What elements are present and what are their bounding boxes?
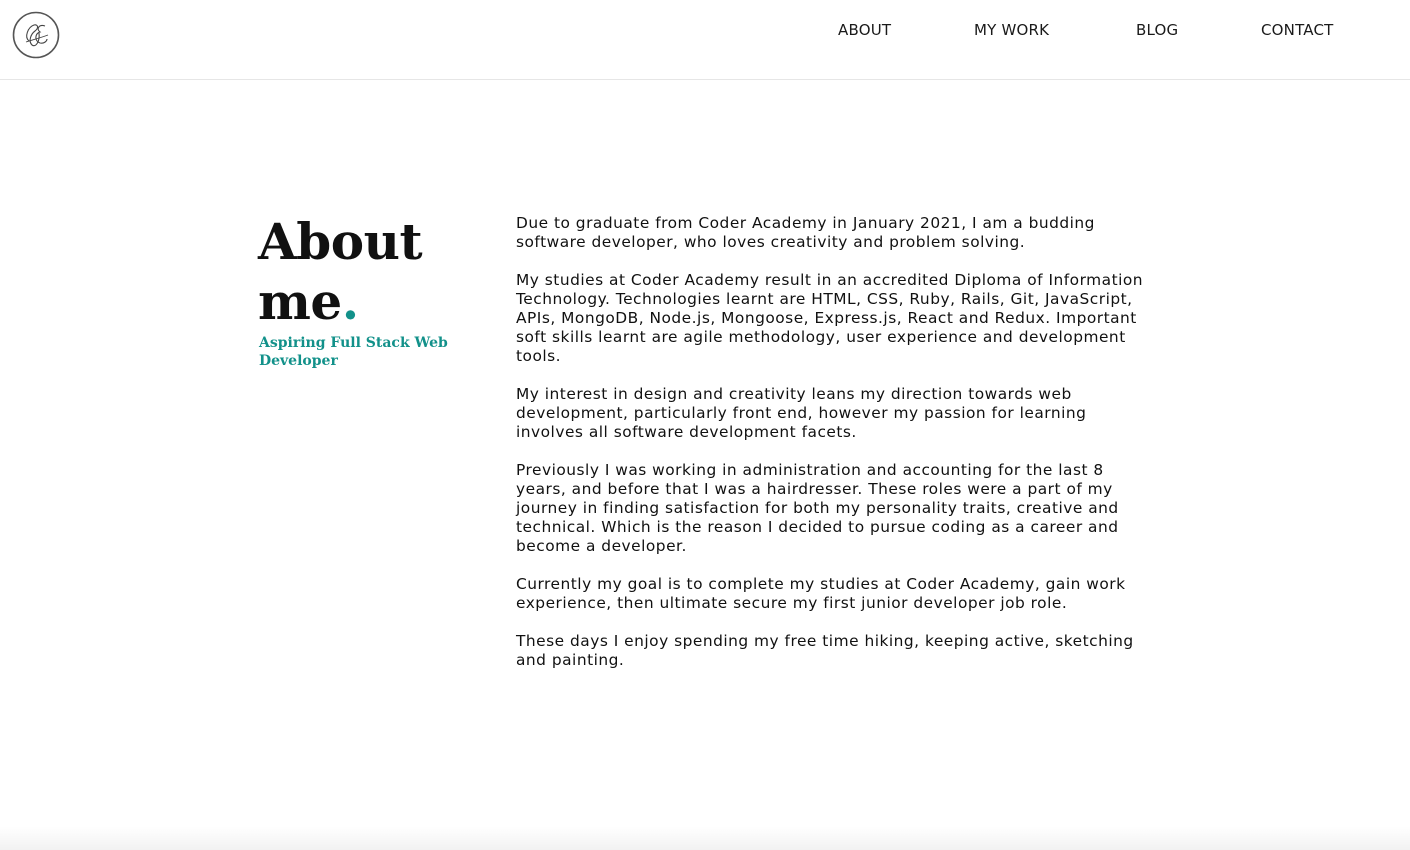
about-paragraph: My studies at Coder Academy result in an… xyxy=(516,271,1144,365)
about-paragraph: These days I enjoy spending my free time… xyxy=(516,632,1134,669)
main-nav: ABOUT MY WORK BLOG CONTACT xyxy=(0,19,1410,41)
about-paragraph: Previously I was working in administrati… xyxy=(516,461,1119,555)
about-paragraph: My interest in design and creativity lea… xyxy=(516,385,1087,441)
nav-my-work-link[interactable]: MY WORK xyxy=(974,19,1049,41)
about-paragraph: Currently my goal is to complete my stud… xyxy=(516,575,1126,612)
page-title-line1: About xyxy=(258,212,423,271)
about-paragraph: Due to graduate from Coder Academy in Ja… xyxy=(516,214,1095,251)
nav-about-link[interactable]: ABOUT xyxy=(838,19,891,41)
page-title: About me. xyxy=(258,212,498,332)
site-header: ABOUT MY WORK BLOG CONTACT xyxy=(0,0,1410,80)
page-subtitle: Aspiring Full Stack Web Developer xyxy=(259,335,448,369)
about-body: Due to graduate from Coder Academy in Ja… xyxy=(516,214,1156,689)
nav-contact-link[interactable]: CONTACT xyxy=(1261,19,1334,41)
page-title-dot: . xyxy=(341,272,359,331)
page-title-line2: me xyxy=(258,272,342,331)
footer-shadow-divider xyxy=(0,826,1410,850)
nav-blog-link[interactable]: BLOG xyxy=(1136,19,1178,41)
